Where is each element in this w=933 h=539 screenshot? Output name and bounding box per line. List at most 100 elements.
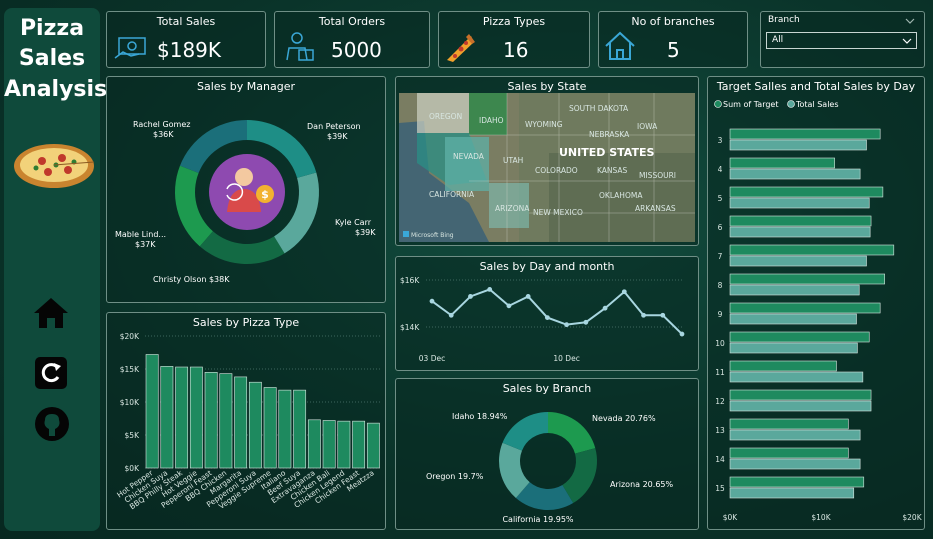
line-point[interactable] — [429, 298, 435, 304]
pizza-bar[interactable] — [366, 422, 380, 469]
line-point[interactable] — [583, 319, 589, 325]
map-label-nebraska: NEBRASKA — [589, 130, 630, 139]
home-icon[interactable] — [32, 296, 70, 330]
sales-bar[interactable] — [729, 487, 855, 499]
day-tick-label: 11 — [715, 368, 725, 377]
pizza-bar-chart: $20K$15K$10K$5K$0KHot PepperChicken Suya… — [115, 332, 381, 511]
line-point[interactable] — [602, 305, 608, 311]
sales-bar[interactable] — [729, 168, 861, 180]
pizza-bar[interactable] — [322, 420, 336, 469]
manager-slice[interactable] — [199, 231, 285, 264]
map-label-oregon: OREGON — [429, 112, 462, 121]
branch-slice-label: Oregon 19.7% — [426, 472, 484, 481]
pizza-bar[interactable] — [234, 376, 248, 469]
refresh-icon[interactable] — [34, 356, 68, 390]
manager-slice[interactable] — [175, 165, 213, 247]
pizza-bar[interactable] — [263, 387, 277, 469]
sales-bar[interactable] — [729, 458, 861, 470]
branch-dropdown[interactable]: All — [766, 32, 917, 49]
x-tick-label: 03 Dec — [419, 354, 445, 363]
target-bar[interactable] — [729, 389, 872, 401]
target-bar[interactable] — [729, 244, 895, 256]
line-point[interactable] — [468, 294, 473, 299]
target-bar[interactable] — [729, 418, 849, 430]
manager-chart-panel: Sales by Manager $ Dan Peterson $39K Kyle … — [106, 76, 386, 303]
dashboard-title-line-1: Pizza — [19, 16, 85, 41]
target-bar[interactable] — [729, 273, 885, 285]
sales-bar[interactable] — [729, 429, 861, 441]
pizza-bar[interactable] — [189, 366, 203, 469]
branch-slice-label: Arizona 20.65% — [610, 480, 673, 489]
target-bar[interactable] — [729, 360, 837, 372]
line-point[interactable] — [660, 312, 666, 318]
sales-bar[interactable] — [729, 313, 857, 325]
chevron-down-icon[interactable] — [905, 17, 915, 25]
kpi-total-orders-label: Total Orders — [318, 15, 386, 28]
pizza-bar[interactable] — [175, 366, 189, 469]
line-point[interactable] — [679, 331, 685, 337]
sales-bar[interactable] — [729, 197, 870, 209]
state-map-title: Sales by State — [507, 80, 587, 93]
sales-bar[interactable] — [729, 371, 864, 383]
map-label-iowa: IOWA — [637, 122, 658, 131]
sales-bar[interactable] — [729, 226, 871, 238]
sales-bar[interactable] — [729, 284, 860, 296]
pizza-bar[interactable] — [219, 373, 233, 469]
sales-bar[interactable] — [729, 400, 872, 412]
x-tick-label: $0K — [723, 513, 739, 522]
pizza-bar[interactable] — [352, 420, 366, 469]
target-bar[interactable] — [729, 302, 881, 314]
pizza-bar[interactable] — [160, 366, 174, 469]
kpi-branches-label: No of branches — [631, 15, 715, 28]
pizza-bar[interactable] — [278, 389, 292, 469]
map-label-new-mexico: NEW MEXICO — [533, 208, 583, 217]
target-bar[interactable] — [729, 215, 872, 227]
github-icon[interactable] — [34, 406, 70, 442]
target-bar[interactable] — [729, 331, 870, 343]
map-label-missouri: MISSOURI — [639, 171, 676, 180]
sales-bar[interactable] — [729, 139, 867, 151]
pizza-bar[interactable] — [293, 389, 307, 469]
house-icon — [605, 31, 635, 60]
sales-bar[interactable] — [729, 342, 858, 354]
target-bar[interactable] — [729, 476, 865, 488]
sidebar: Pizza Sales Analysis — [4, 8, 107, 531]
pizza-bar[interactable] — [337, 420, 351, 469]
day-tick-label: 8 — [718, 281, 723, 290]
target-bar[interactable] — [729, 157, 835, 169]
pizza-bar[interactable] — [307, 419, 321, 469]
x-tick-label: $10K — [811, 513, 831, 522]
map-label-kansas: KANSAS — [597, 166, 628, 175]
branch-slice[interactable] — [548, 412, 596, 454]
pizza-bar[interactable] — [145, 354, 159, 469]
line-point[interactable] — [525, 294, 531, 299]
line-point[interactable] — [641, 312, 646, 318]
map-label-wyoming: WYOMING — [525, 120, 563, 129]
money-icon — [114, 37, 146, 59]
line-point[interactable] — [506, 303, 512, 309]
manager-slice-value: $36K — [153, 130, 174, 139]
pizza-bar[interactable] — [248, 381, 262, 469]
legend-label: Total Sales — [795, 100, 839, 109]
target-bar[interactable] — [729, 128, 881, 140]
y-tick-label: $16K — [400, 276, 420, 285]
pizza-bar[interactable] — [204, 371, 218, 469]
line-point[interactable] — [564, 322, 570, 328]
line-point[interactable] — [448, 312, 454, 318]
state-map-panel: Sales by State OREGON IDAHO WYOMING SOUT… — [395, 76, 699, 246]
manager-slice-name: Kyle Carr — [335, 218, 372, 227]
target-bar[interactable] — [729, 447, 849, 459]
branch-slice[interactable] — [502, 412, 548, 451]
manager-slice-name: Rachel Gomez — [133, 120, 190, 129]
state-map[interactable]: OREGON IDAHO WYOMING SOUTH DAKOTA IOWA N… — [399, 93, 695, 242]
target-bar[interactable] — [729, 186, 884, 198]
y-tick-label: $10K — [120, 398, 140, 407]
legend-label: Sum of Target — [723, 100, 779, 109]
line-point[interactable] — [544, 315, 550, 320]
line-point[interactable] — [487, 287, 493, 292]
line-point[interactable] — [621, 289, 627, 295]
sales-bar[interactable] — [729, 255, 867, 267]
manager-slice-label: Christy Olson $38K — [153, 275, 230, 284]
map-country-label: UNITED STATES — [559, 146, 654, 159]
branch-slice-label: Idaho 18.94% — [452, 412, 508, 421]
